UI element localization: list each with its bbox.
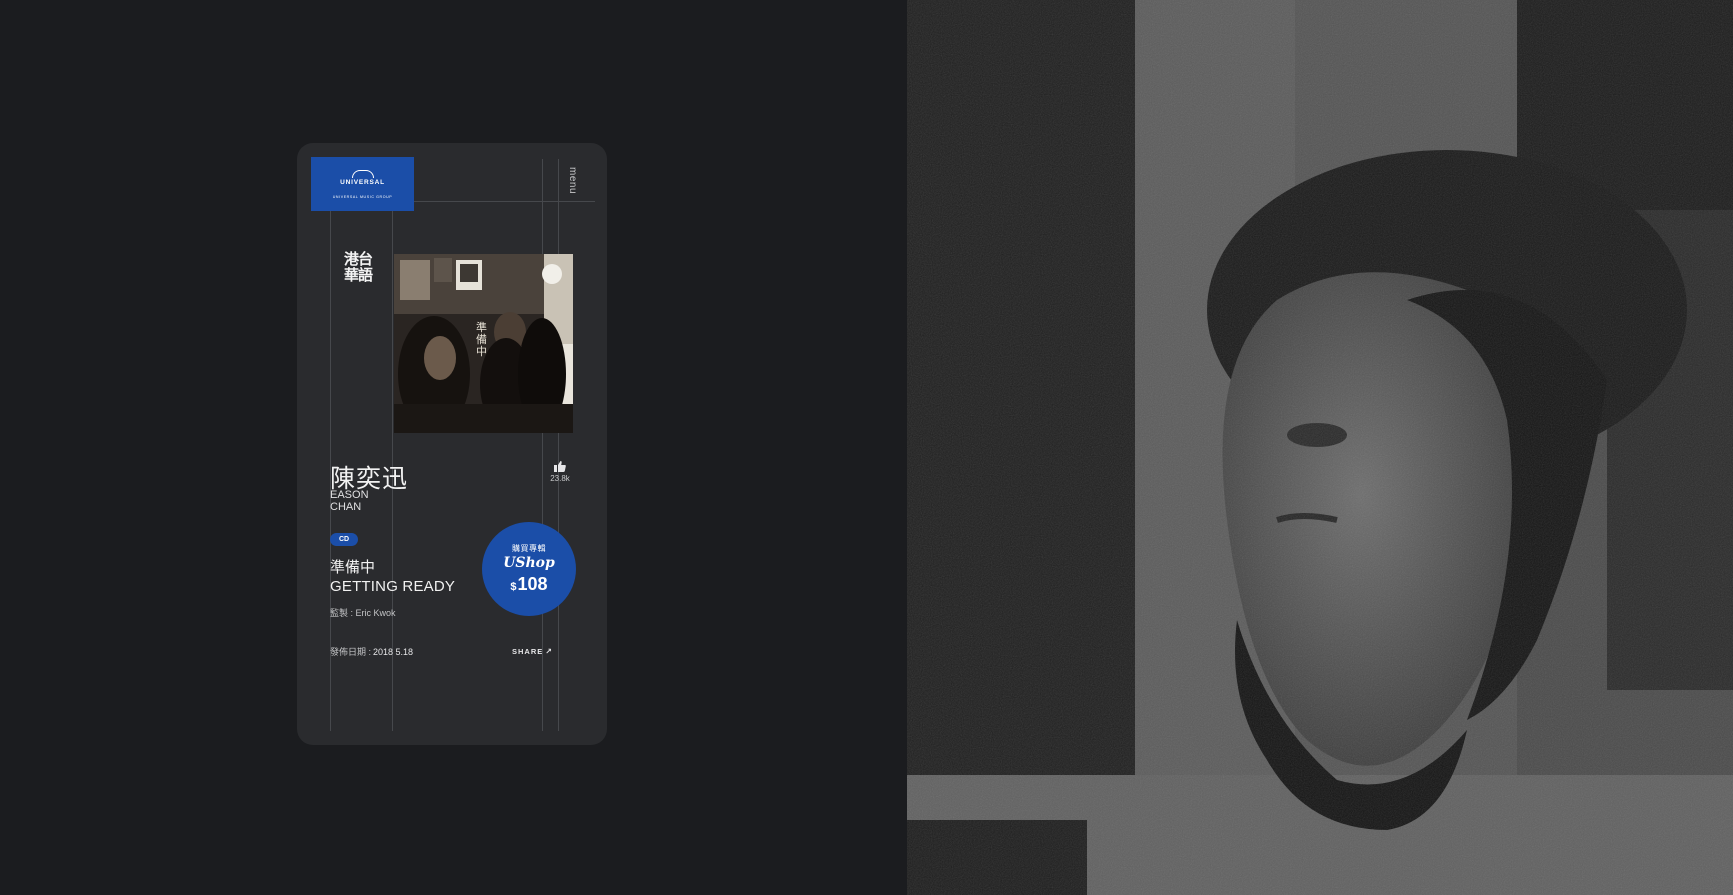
globe-icon bbox=[351, 169, 374, 178]
album-cover[interactable]: 準備中 bbox=[394, 254, 573, 433]
logo-word: UNIVERSAL bbox=[340, 178, 385, 186]
price-value: 108 bbox=[517, 574, 548, 594]
album-card: UNIVERSAL UNIVERSAL MUSIC GROUP menu 港台華… bbox=[297, 143, 607, 745]
artist-name-english-line2: CHAN bbox=[330, 501, 362, 513]
artist-photo-image bbox=[907, 0, 1733, 895]
logo-subtitle: UNIVERSAL MUSIC GROUP bbox=[332, 194, 393, 199]
producer-label: 監製 : bbox=[330, 608, 354, 618]
format-badge: CD bbox=[330, 533, 358, 546]
price-currency: $ bbox=[510, 581, 517, 593]
grid-line bbox=[397, 201, 595, 202]
album-title-chinese: 準備中 bbox=[330, 559, 376, 576]
universal-logo[interactable]: UNIVERSAL UNIVERSAL MUSIC GROUP bbox=[311, 157, 414, 211]
buy-album-button[interactable]: 購買專輯 UShop $108 bbox=[482, 522, 576, 616]
release-label: 發佈日期 : bbox=[330, 647, 372, 657]
buy-label: 購買專輯 bbox=[512, 544, 546, 553]
menu-button[interactable]: menu bbox=[567, 167, 578, 194]
ushop-logo: UShop bbox=[503, 555, 555, 571]
grid-line bbox=[558, 159, 559, 731]
thumbs-up-icon bbox=[554, 461, 566, 472]
share-arrow-icon: ↗ bbox=[545, 647, 553, 656]
artist-photo bbox=[907, 0, 1733, 895]
page: UNIVERSAL UNIVERSAL MUSIC GROUP menu 港台華… bbox=[0, 0, 1733, 895]
producer-info: 監製 : Eric Kwok bbox=[330, 606, 396, 619]
artist-name-english: EASON CHAN bbox=[330, 489, 369, 513]
share-label: SHARE bbox=[512, 647, 544, 656]
price: $108 bbox=[482, 574, 576, 595]
release-info: 發佈日期 :2018 5.18 bbox=[330, 645, 413, 658]
like-button[interactable]: 23.8k bbox=[545, 461, 575, 483]
release-date: 2018 5.18 bbox=[373, 647, 414, 657]
share-button[interactable]: SHARE ↗ bbox=[512, 647, 553, 656]
category-calligraphy: 港台華語 bbox=[343, 250, 373, 284]
like-count: 23.8k bbox=[550, 474, 570, 483]
producer-name: Eric Kwok bbox=[355, 608, 396, 618]
album-title-english: GETTING READY bbox=[330, 578, 456, 595]
grid-line bbox=[542, 159, 543, 731]
album-cover-title: 準備中 bbox=[476, 321, 487, 358]
artist-name-english-line1: EASON bbox=[330, 489, 369, 501]
